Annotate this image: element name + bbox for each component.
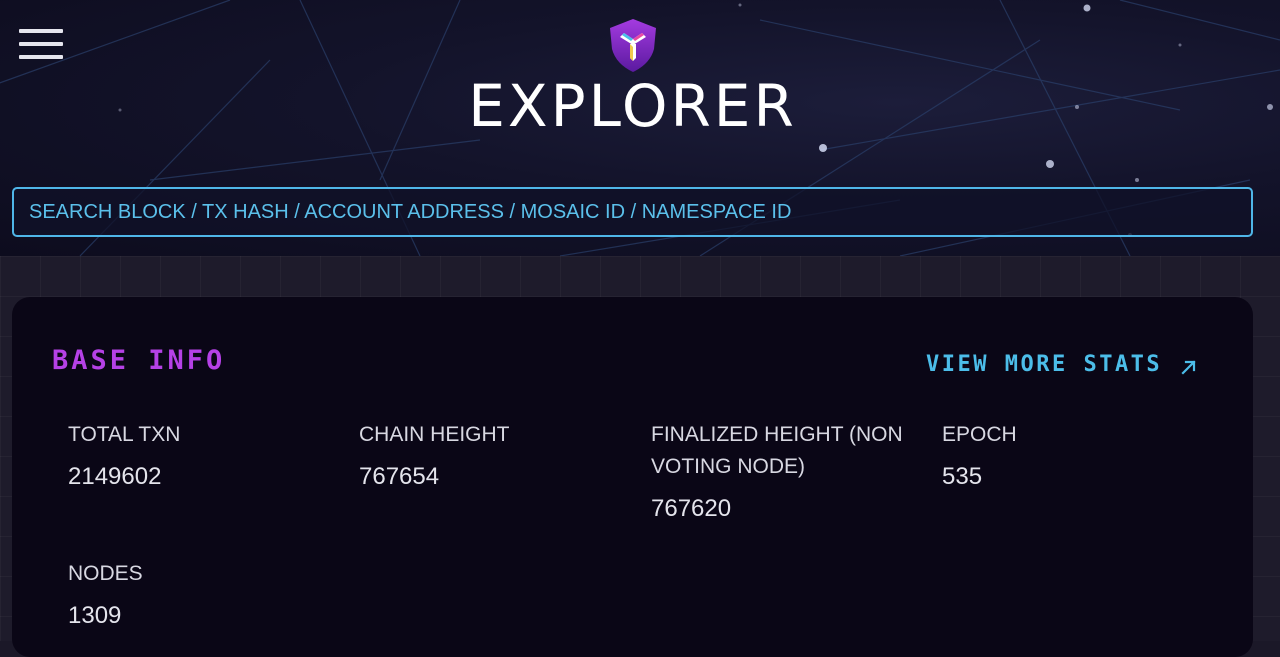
stat-epoch: EPOCH 535 (942, 419, 1202, 493)
stat-label: TOTAL TXN (68, 423, 181, 446)
arrow-up-right-icon[interactable] (1180, 358, 1198, 376)
stat-nodes: NODES 1309 (68, 558, 328, 632)
view-more-stats-link[interactable]: VIEW MORE STATS (926, 352, 1162, 377)
stat-value: 1309 (68, 602, 122, 629)
stat-chain-height: CHAIN HEIGHT 767654 (359, 419, 619, 493)
header: EXPLORER (0, 0, 1280, 256)
stat-value: 767654 (359, 463, 440, 490)
search-input[interactable] (14, 189, 1251, 235)
symbol-shield-logo[interactable] (604, 16, 662, 74)
stat-label: CHAIN HEIGHT (359, 423, 510, 446)
search-box[interactable] (12, 187, 1253, 237)
base-info-title: BASE INFO (52, 345, 226, 376)
stat-finalized-height: FINALIZED HEIGHT (NON VOTING NODE) 76762… (651, 419, 911, 525)
stat-value: 535 (942, 463, 983, 490)
stat-value: 767620 (651, 495, 732, 522)
stat-total-txn: TOTAL TXN 2149602 (68, 419, 328, 493)
stat-label: FINALIZED HEIGHT (NON VOTING NODE) (651, 423, 903, 478)
stat-label: EPOCH (942, 423, 1017, 446)
hamburger-menu-icon[interactable] (19, 29, 63, 61)
stat-label: NODES (68, 562, 143, 585)
stat-value: 2149602 (68, 463, 162, 490)
base-info-card: BASE INFO VIEW MORE STATS TOTAL TXN 2149… (12, 297, 1253, 657)
page-title: EXPLORER (468, 72, 797, 140)
